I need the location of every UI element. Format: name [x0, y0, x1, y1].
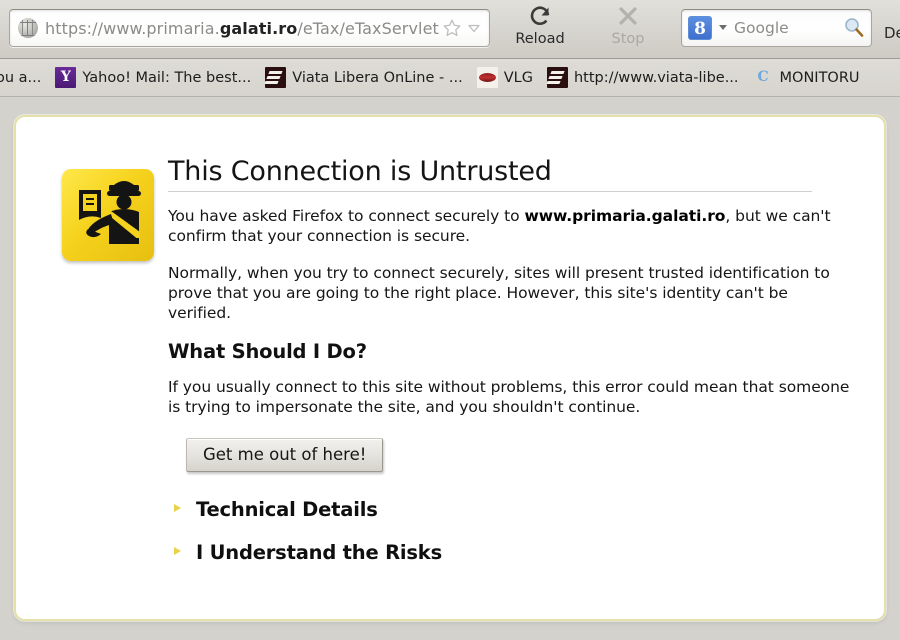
url-text: https://www.primaria.galati.ro/eTax/eTax…	[45, 19, 441, 38]
stop-label: Stop	[611, 31, 645, 47]
paragraph1-hostname: www.primaria.galati.ro	[524, 207, 726, 225]
error-body: This Connection is Untrusted You have as…	[168, 143, 854, 599]
paragraph1-before: You have asked Firefox to connect secure…	[168, 207, 525, 225]
url-domain: galati.ro	[219, 18, 298, 38]
technical-details-label: Technical Details	[196, 498, 378, 521]
what-should-i-do-heading: What Should I Do?	[168, 340, 367, 363]
bookmark-label: Yahoo! Mail: The best...	[82, 69, 252, 86]
globe-icon	[18, 18, 38, 38]
reload-button[interactable]: Reload	[504, 4, 576, 48]
certificate-warning-icon	[62, 169, 154, 261]
search-bar[interactable]: 8 Google	[681, 9, 872, 47]
triangle-right-icon	[170, 500, 186, 519]
bookmarks-bar: ou a... Y Yahoo! Mail: The best... Viata…	[0, 58, 900, 97]
url-path: /eTax/eTaxServlet	[297, 18, 439, 38]
bookmark-label: ou a...	[0, 69, 42, 86]
stop-button[interactable]: Stop	[592, 4, 664, 48]
vlg-icon	[476, 67, 498, 88]
address-bar[interactable]: https://www.primaria.galati.ro/eTax/eTax…	[9, 9, 490, 47]
untrusted-connection-card: This Connection is Untrusted You have as…	[14, 115, 886, 621]
title-divider	[168, 191, 812, 192]
bookmark-label: http://www.viata-libe...	[573, 69, 739, 86]
magnifier-icon[interactable]	[842, 16, 866, 40]
close-icon	[592, 4, 664, 30]
error-paragraph-2: Normally, when you try to connect secure…	[168, 264, 830, 322]
viata-libera-icon	[265, 67, 287, 88]
reload-icon	[504, 4, 576, 30]
bookmark-item[interactable]: ou a...	[0, 63, 48, 93]
browser-toolbar: https://www.primaria.galati.ro/eTax/eTax…	[0, 0, 900, 58]
chevron-down-icon[interactable]	[465, 19, 483, 37]
technical-details-expander[interactable]: Technical Details	[168, 498, 854, 521]
error-paragraph-1: You have asked Firefox to connect secure…	[168, 206, 854, 246]
bookmark-item[interactable]: Viata Libera OnLine - ...	[258, 63, 469, 93]
chevron-down-icon[interactable]	[716, 19, 730, 38]
toolbar-overflow-label[interactable]: De	[884, 24, 900, 42]
star-icon[interactable]	[441, 17, 463, 39]
error-paragraph-3: If you usually connect to this site with…	[168, 378, 850, 416]
reload-label: Reload	[515, 31, 565, 47]
bookmark-label: Viata Libera OnLine - ...	[292, 69, 463, 86]
viata-libera-icon	[546, 67, 568, 88]
get-me-out-of-here-button[interactable]: Get me out of here!	[186, 438, 384, 472]
bookmark-label: MONITORU	[779, 69, 860, 86]
i-understand-the-risks-expander[interactable]: I Understand the Risks	[168, 541, 854, 564]
monitorul-icon: C	[757, 69, 769, 85]
bookmark-item[interactable]: http://www.viata-libe...	[540, 63, 746, 93]
triangle-right-icon	[170, 543, 186, 562]
page-content-area: This Connection is Untrusted You have as…	[0, 97, 900, 639]
yahoo-icon: Y	[55, 67, 77, 88]
bookmark-item[interactable]: VLG	[470, 63, 540, 93]
bookmark-item[interactable]: C MONITORU	[746, 63, 867, 93]
i-understand-the-risks-label: I Understand the Risks	[196, 541, 442, 564]
google-g-icon[interactable]: 8	[688, 16, 712, 40]
page-title: This Connection is Untrusted	[168, 156, 552, 187]
search-input[interactable]: Google	[734, 19, 842, 37]
bookmark-label: VLG	[503, 69, 533, 86]
url-prefix: https://www.primaria.	[45, 18, 220, 38]
bookmark-item[interactable]: Y Yahoo! Mail: The best...	[48, 63, 258, 93]
